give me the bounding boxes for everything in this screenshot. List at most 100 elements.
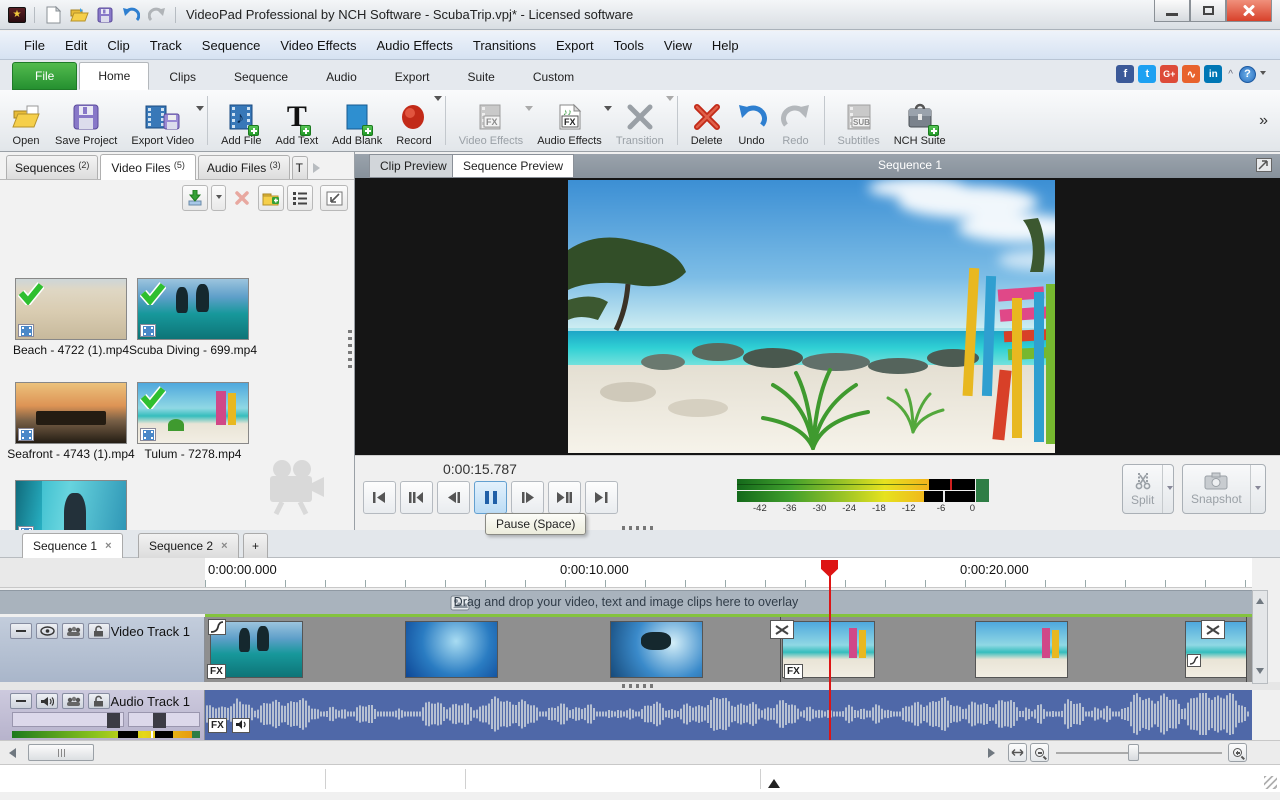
- group-clips-button[interactable]: [62, 623, 84, 639]
- menu-view[interactable]: View: [654, 33, 702, 58]
- record-button[interactable]: Record: [389, 92, 438, 149]
- panel-splitter-handle[interactable]: [348, 330, 352, 372]
- file-item-tulum[interactable]: Tulum - 7278.mp4: [128, 382, 258, 462]
- export-video-dropdown-icon[interactable]: [196, 106, 204, 115]
- file-thumbnail[interactable]: [137, 382, 249, 444]
- undo-button[interactable]: Undo: [730, 92, 774, 149]
- lock-track-button[interactable]: [88, 623, 110, 639]
- detach-preview-icon[interactable]: [1256, 158, 1272, 172]
- file-item-seafront[interactable]: Seafront - 4743 (1).mp4: [6, 382, 136, 462]
- scroll-up-icon[interactable]: [1256, 594, 1264, 604]
- menu-clip[interactable]: Clip: [97, 33, 139, 58]
- previous-clip-button[interactable]: [400, 481, 433, 514]
- ribbon-tab-audio[interactable]: Audio: [308, 64, 375, 90]
- fade-icon[interactable]: [1187, 654, 1201, 667]
- list-view-button[interactable]: [287, 185, 313, 211]
- fit-timeline-button[interactable]: [1008, 743, 1027, 762]
- ribbon-tab-clips[interactable]: Clips: [151, 64, 214, 90]
- tab-scroll-right-icon[interactable]: [313, 163, 325, 173]
- collapse-ribbon-icon[interactable]: ^: [1228, 69, 1233, 80]
- menu-transitions[interactable]: Transitions: [463, 33, 546, 58]
- collapse-track-button[interactable]: [10, 693, 32, 709]
- save-project-button[interactable]: Save Project: [48, 92, 124, 149]
- snapshot-button[interactable]: Snapshot: [1182, 464, 1266, 514]
- open-project-icon[interactable]: [69, 5, 89, 25]
- split-dropdown-icon[interactable]: [1162, 465, 1177, 513]
- snapshot-dropdown-icon[interactable]: [1250, 465, 1265, 513]
- zoom-slider-handle[interactable]: [1128, 744, 1139, 761]
- mute-track-button[interactable]: [36, 693, 58, 709]
- record-dropdown-icon[interactable]: [434, 96, 442, 105]
- go-to-start-button[interactable]: [363, 481, 396, 514]
- step-forward-button[interactable]: [511, 481, 544, 514]
- scroll-down-icon[interactable]: [1256, 668, 1264, 678]
- add-to-sequence-dropdown-icon[interactable]: [211, 185, 226, 211]
- scrollbar-thumb[interactable]: [28, 744, 94, 761]
- new-project-icon[interactable]: [43, 5, 63, 25]
- tab-clip-preview[interactable]: Clip Preview: [369, 154, 458, 178]
- tab-video-files[interactable]: Video Files (5): [100, 154, 196, 180]
- resize-grip[interactable]: [1264, 776, 1277, 789]
- tab-sequence-1[interactable]: Sequence 1×: [22, 533, 123, 558]
- video-frame[interactable]: [568, 180, 1055, 453]
- ribbon-tab-sequence[interactable]: Sequence: [216, 64, 306, 90]
- audio-volume-badge[interactable]: [232, 718, 250, 733]
- clip-fx-badge[interactable]: FX: [208, 718, 227, 733]
- fade-icon[interactable]: [208, 619, 226, 635]
- twitter-icon[interactable]: t: [1138, 65, 1156, 83]
- step-back-button[interactable]: [437, 481, 470, 514]
- nch-social-icon[interactable]: ∿: [1182, 65, 1200, 83]
- close-tab-icon[interactable]: ×: [221, 540, 227, 552]
- tab-sequences[interactable]: Sequences (2): [6, 155, 98, 179]
- facebook-icon[interactable]: f: [1116, 65, 1134, 83]
- menu-tools[interactable]: Tools: [604, 33, 654, 58]
- open-button[interactable]: Open: [4, 92, 48, 149]
- help-icon[interactable]: ?: [1239, 66, 1256, 83]
- lock-track-button[interactable]: [88, 693, 110, 709]
- menu-video-effects[interactable]: Video Effects: [270, 33, 366, 58]
- file-thumbnail[interactable]: [15, 382, 127, 444]
- timeline-clip-thumb[interactable]: [610, 621, 703, 678]
- add-blank-button[interactable]: Add Blank: [325, 92, 389, 149]
- menu-export[interactable]: Export: [546, 33, 604, 58]
- new-sequence-tab[interactable]: +: [243, 533, 268, 558]
- clip-fx-badge[interactable]: FX: [207, 664, 226, 679]
- menu-help[interactable]: Help: [702, 33, 749, 58]
- video-track-content[interactable]: FX FX: [205, 617, 1252, 682]
- pan-slider[interactable]: [128, 712, 200, 727]
- redo-icon[interactable]: [147, 5, 167, 25]
- tab-overflow-stub[interactable]: T: [292, 156, 308, 179]
- next-clip-button[interactable]: [548, 481, 581, 514]
- split-button[interactable]: Split: [1122, 464, 1174, 514]
- preview-size-button[interactable]: [320, 185, 348, 211]
- timeline-clip-thumb[interactable]: [975, 621, 1068, 678]
- delete-button[interactable]: Delete: [684, 92, 730, 149]
- save-project-icon[interactable]: [95, 5, 115, 25]
- ribbon-tab-custom[interactable]: Custom: [515, 64, 592, 90]
- go-to-end-button[interactable]: [585, 481, 618, 514]
- menu-track[interactable]: Track: [140, 33, 192, 58]
- volume-slider[interactable]: [12, 712, 124, 727]
- add-file-button[interactable]: ♪ Add File: [214, 92, 268, 149]
- export-video-button[interactable]: Export Video: [124, 92, 201, 149]
- menu-edit[interactable]: Edit: [55, 33, 97, 58]
- ribbon-tab-home[interactable]: Home: [79, 62, 149, 90]
- ribbon-tab-suite[interactable]: Suite: [449, 64, 512, 90]
- scroll-right-icon[interactable]: [988, 748, 1000, 758]
- toolbar-overflow-chevron[interactable]: »: [1251, 112, 1276, 130]
- tab-audio-files[interactable]: Audio Files (3): [198, 155, 290, 179]
- tab-sequence-2[interactable]: Sequence 2×: [138, 533, 239, 558]
- collapse-track-button[interactable]: [10, 623, 32, 639]
- file-thumbnail[interactable]: [15, 278, 127, 340]
- maximize-button[interactable]: [1190, 0, 1226, 22]
- minimize-button[interactable]: [1154, 0, 1190, 22]
- close-button[interactable]: [1226, 0, 1272, 22]
- undo-icon[interactable]: [121, 5, 141, 25]
- track-splitter[interactable]: [0, 682, 1280, 690]
- tracks-vertical-scrollbar[interactable]: [1252, 590, 1268, 684]
- close-tab-icon[interactable]: ×: [105, 540, 111, 552]
- add-to-sequence-button[interactable]: [182, 185, 208, 211]
- nch-suite-button[interactable]: NCH Suite: [887, 92, 953, 149]
- zoom-in-button[interactable]: [1228, 743, 1247, 762]
- add-text-button[interactable]: T Add Text: [269, 92, 326, 149]
